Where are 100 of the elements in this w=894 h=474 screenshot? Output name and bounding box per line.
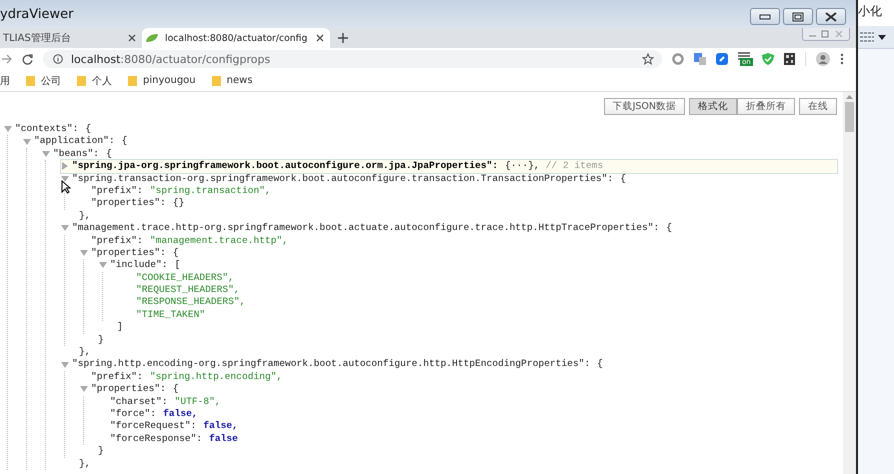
close-icon [825,12,837,22]
star-icon[interactable] [642,53,654,65]
json-value: false, [163,408,198,420]
info-icon [53,54,63,64]
json-value: "UTF-8", [174,396,221,408]
json-bracket: { [172,383,179,396]
json-value: "REQUEST_HEADERS", [136,284,240,296]
json-value: "COOKIE_HEADERS", [136,272,234,284]
json-bracket: { [597,358,603,371]
window-title: 小化 [858,4,882,18]
close-icon[interactable] [128,34,136,42]
json-key: "spring.jpa-org.springframework.boot.autoconfigure.orm.jpa.JpaProperties": [72,160,498,173]
caret-icon[interactable] [878,34,886,40]
json-key: "contexts": [15,123,78,136]
json-value: "RESPONSE_HEADERS", [136,296,246,309]
toolbar-button[interactable]: 在线 [799,98,837,115]
json-key: "properties": [91,383,166,396]
minimize-icon [759,14,771,20]
json-bracket: } [98,334,104,346]
json-key: "properties": [91,246,166,260]
chat-bubble-icon[interactable] [716,53,728,65]
menu-icon[interactable] [840,53,844,65]
avatar-icon[interactable] [816,52,830,66]
json-key: "beans": [53,148,100,160]
json-value: "spring.http.encoding", [150,370,282,384]
json-bracket: { [85,123,92,136]
json-value: {} [172,197,184,210]
bookmark[interactable]: 个人 [77,74,112,88]
json-key: "application": [34,135,115,148]
json-key: "management.trace.http-org.springframework.boot.actuate.autoconfigure.trace.http.HttpTraceProperties": [72,222,660,235]
json-bracket: ] [117,321,123,334]
scrollbar[interactable] [843,92,856,474]
scroll-up-icon[interactable] [846,95,853,100]
tree-row[interactable]: "spring.jpa-org.springframework.boot.autoconfigure.orm.jpa.JpaProperties": {···}, // 2 items [61,160,837,173]
json-key: "prefix": [91,370,143,384]
json-key: "properties": [91,197,166,210]
close-button[interactable] [816,8,846,25]
tree-row[interactable]: "spring.transaction-org.springframework.boot.autoconfigure.transaction.TransactionProperties": { [61,172,843,185]
ring-icon[interactable] [672,53,684,65]
list-view-icon[interactable] [860,32,874,42]
bookmark[interactable]: news [212,75,253,86]
maximize-icon [792,12,804,22]
new-tab-icon[interactable] [338,33,348,43]
json-key: "prefix": [91,184,143,198]
json-key: "force": [110,408,156,420]
json-bracket: }, [79,210,91,222]
toolbar-button[interactable]: 折叠所有 [737,98,795,115]
expand-caret-icon[interactable] [61,162,69,170]
bookmark[interactable]: 用 [0,74,10,88]
json-value: false, [203,420,238,433]
json-key: "spring.http.encoding-org.springframework.boot.autoconfigure.http.HttpEncodingProperties": [72,358,590,371]
window-controls-icon [807,29,845,39]
mouse-cursor-icon [61,180,71,194]
browser-tab[interactable]: TLIAS管理后台 [0,28,142,48]
maximize-button[interactable] [783,8,813,25]
folder-icon [128,76,137,86]
json-bracket: { [172,246,179,260]
reload-icon[interactable] [22,54,33,64]
json-bracket: }, [79,458,91,470]
leaf-icon [145,33,159,43]
json-bracket: { [666,222,672,235]
json-bracket: { [620,172,626,185]
json-value: "TIME_TAKEN" [136,308,206,322]
url-text: localhost:8080/actuator/configprops [71,52,272,66]
browser-tab[interactable]: localhost:8080/actuator/config [142,28,330,48]
json-key: "forceRequest": [110,420,196,433]
toolbar-button[interactable]: 格式化 [689,98,737,115]
translate-icon[interactable] [694,53,706,65]
json-comment: // 2 items [546,160,604,173]
scrollbar-thumb[interactable] [845,102,854,132]
json-bracket: {···}, [505,160,540,173]
bookmark[interactable]: 公司 [26,74,61,88]
json-value: false [209,432,238,446]
bookmark[interactable]: pinyougou [128,75,196,86]
folder-icon [212,76,221,86]
qr-code-icon[interactable] [784,53,795,65]
json-key: "prefix": [91,234,143,247]
window-title: ydraViewer [0,7,74,22]
json-key: "charset": [110,396,168,408]
tab-title: localhost:8080/actuator/config [165,32,308,44]
forward-arrow-icon[interactable] [2,54,12,64]
json-value: "spring.transaction", [150,184,271,198]
json-bracket: { [122,135,128,148]
json-bracket: }, [79,346,91,358]
json-bracket: [ [174,259,180,272]
folder-icon [77,76,86,86]
json-bracket: } [98,445,104,458]
folder-icon [26,76,35,86]
tab-title: TLIAS管理后台 [3,32,72,45]
toolbar-button[interactable]: 下载JSON数据 [604,98,685,115]
json-key: "spring.transaction-org.springframework.boot.autoconfigure.transaction.TransactionProperties": [72,172,614,185]
minimize-button[interactable] [750,8,780,25]
collapse-caret-icon[interactable] [61,174,69,183]
json-bracket: { [106,148,112,160]
close-icon[interactable] [316,34,324,42]
json-key: "forceResponse": [110,432,202,446]
json-key: "include": [110,259,168,272]
json-value: "management.trace.http", [150,234,288,247]
address-field[interactable]: localhost:8080/actuator/configprops [43,50,662,68]
shield-icon[interactable] [762,53,774,65]
